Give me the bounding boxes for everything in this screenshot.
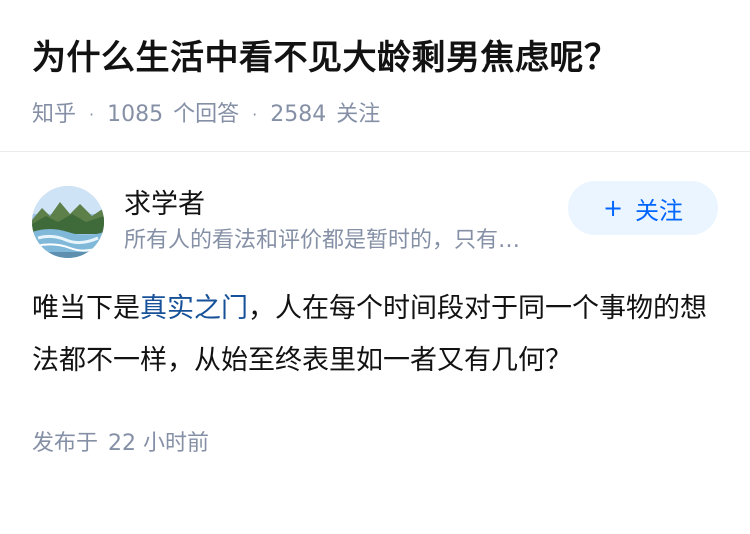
follow-count: 2584 — [270, 102, 327, 127]
question-header: 为什么生活中看不见大龄剩男焦虑呢？ 知乎 · 1085 个回答 · 2584 关… — [0, 0, 750, 152]
answer-content: 唯当下是真实之门，人在每个时间段对于同一个事物的想法都不一样，从始至终表里如一者… — [32, 283, 718, 387]
publish-label: 发布于 — [32, 431, 99, 456]
answer-count-label[interactable]: 个回答 — [173, 100, 239, 130]
answer-inline-link[interactable]: 真实之门 — [140, 293, 248, 324]
author-row: 求学者 所有人的看法和评价都是暂时的，只有自己的经历伴随一生，… + 关注 — [32, 181, 718, 259]
answer-card: 求学者 所有人的看法和评价都是暂时的，只有自己的经历伴随一生，… + 关注 唯当… — [0, 181, 750, 459]
follow-button[interactable]: + 关注 — [568, 181, 718, 235]
author-info: 求学者 所有人的看法和评价都是暂时的，只有自己的经历伴随一生，… — [124, 188, 568, 256]
question-title[interactable]: 为什么生活中看不见大龄剩男焦虑呢？ — [32, 36, 718, 80]
follow-count-label: 关注 — [336, 102, 381, 127]
publish-time: 22 小时前 — [108, 431, 210, 456]
author-name[interactable]: 求学者 — [124, 188, 568, 222]
author-avatar[interactable] — [32, 186, 104, 258]
meta-separator: · — [252, 105, 258, 124]
question-meta: 知乎 · 1085 个回答 · 2584 关注 — [32, 100, 718, 130]
follow-button-label: 关注 — [635, 196, 684, 225]
meta-separator: · — [89, 105, 95, 124]
answer-text-prefix: 唯当下是 — [32, 293, 140, 324]
answer-count: 1085 — [107, 102, 164, 127]
plus-icon: + — [602, 194, 624, 222]
answer-footer: 发布于 22 小时前 — [32, 429, 718, 459]
author-bio: 所有人的看法和评价都是暂时的，只有自己的经历伴随一生，… — [124, 228, 534, 253]
source-label[interactable]: 知乎 — [32, 100, 76, 130]
avatar-landscape-image — [32, 186, 104, 258]
